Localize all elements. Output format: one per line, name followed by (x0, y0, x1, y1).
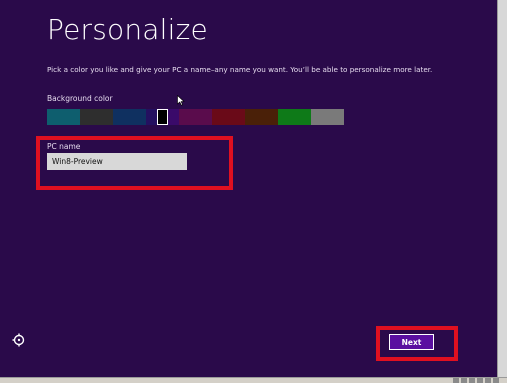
color-swatch[interactable] (278, 109, 311, 125)
background-color-label: Background color (47, 94, 113, 103)
window-frame-right (497, 0, 507, 383)
page-subtitle: Pick a color you like and give your PC a… (47, 65, 433, 74)
color-swatch[interactable] (113, 109, 146, 125)
color-swatch[interactable] (157, 109, 168, 125)
color-swatch[interactable] (212, 109, 245, 125)
pc-name-label: PC name (47, 142, 81, 151)
tray-icon[interactable] (469, 378, 475, 383)
mouse-pointer-icon (177, 91, 185, 110)
color-swatch-row (47, 109, 344, 125)
color-swatch[interactable] (47, 109, 80, 125)
color-swatch[interactable] (168, 109, 179, 125)
color-swatch[interactable] (245, 109, 278, 125)
ease-of-access-icon[interactable] (12, 333, 26, 347)
system-tray (453, 378, 499, 383)
page-title: Personalize (47, 13, 208, 46)
tray-icon[interactable] (493, 378, 499, 383)
tray-icon[interactable] (461, 378, 467, 383)
color-swatch[interactable] (80, 109, 113, 125)
tray-icon[interactable] (453, 378, 459, 383)
color-swatch[interactable] (146, 109, 157, 125)
setup-screen: Personalize Pick a color you like and gi… (0, 0, 497, 377)
tray-icon[interactable] (477, 378, 483, 383)
next-button[interactable]: Next (389, 334, 434, 350)
color-swatch[interactable] (311, 109, 344, 125)
pc-name-input[interactable] (47, 153, 187, 170)
color-swatch[interactable] (179, 109, 212, 125)
host-taskbar (0, 377, 507, 383)
tray-icon[interactable] (485, 378, 491, 383)
